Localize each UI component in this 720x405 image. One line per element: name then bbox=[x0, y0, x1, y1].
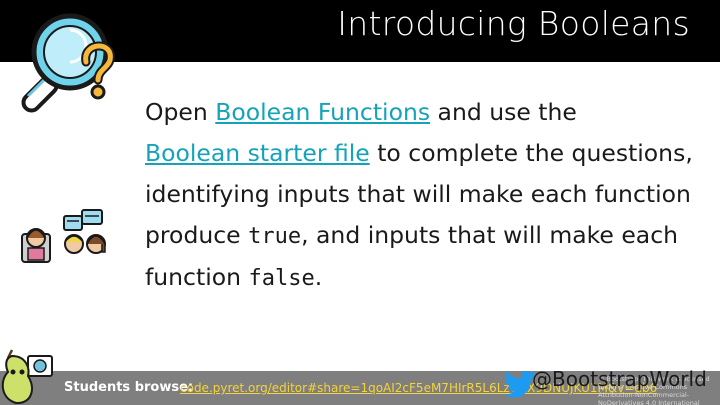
slide-title: Introducing Booleans bbox=[337, 4, 690, 43]
body-end: . bbox=[314, 263, 323, 291]
pyret-pear-mascot-icon bbox=[1, 349, 53, 405]
code-true: true bbox=[248, 224, 302, 249]
students-browse-label: Students browse: bbox=[64, 380, 194, 395]
twitter-handle: @BootstrapWorld bbox=[532, 367, 707, 391]
magnifier-question-icon bbox=[21, 13, 115, 113]
body-mid1: and use the bbox=[430, 98, 577, 126]
code-false: false bbox=[248, 266, 315, 291]
boolean-functions-link[interactable]: Boolean Functions bbox=[215, 98, 430, 126]
boolean-starter-file-link[interactable]: Boolean starter file bbox=[145, 139, 370, 167]
body-text: Open Boolean Functions and use the Boolea… bbox=[145, 92, 705, 299]
people-chatting-icon bbox=[21, 209, 106, 263]
body-open: Open bbox=[145, 98, 216, 126]
